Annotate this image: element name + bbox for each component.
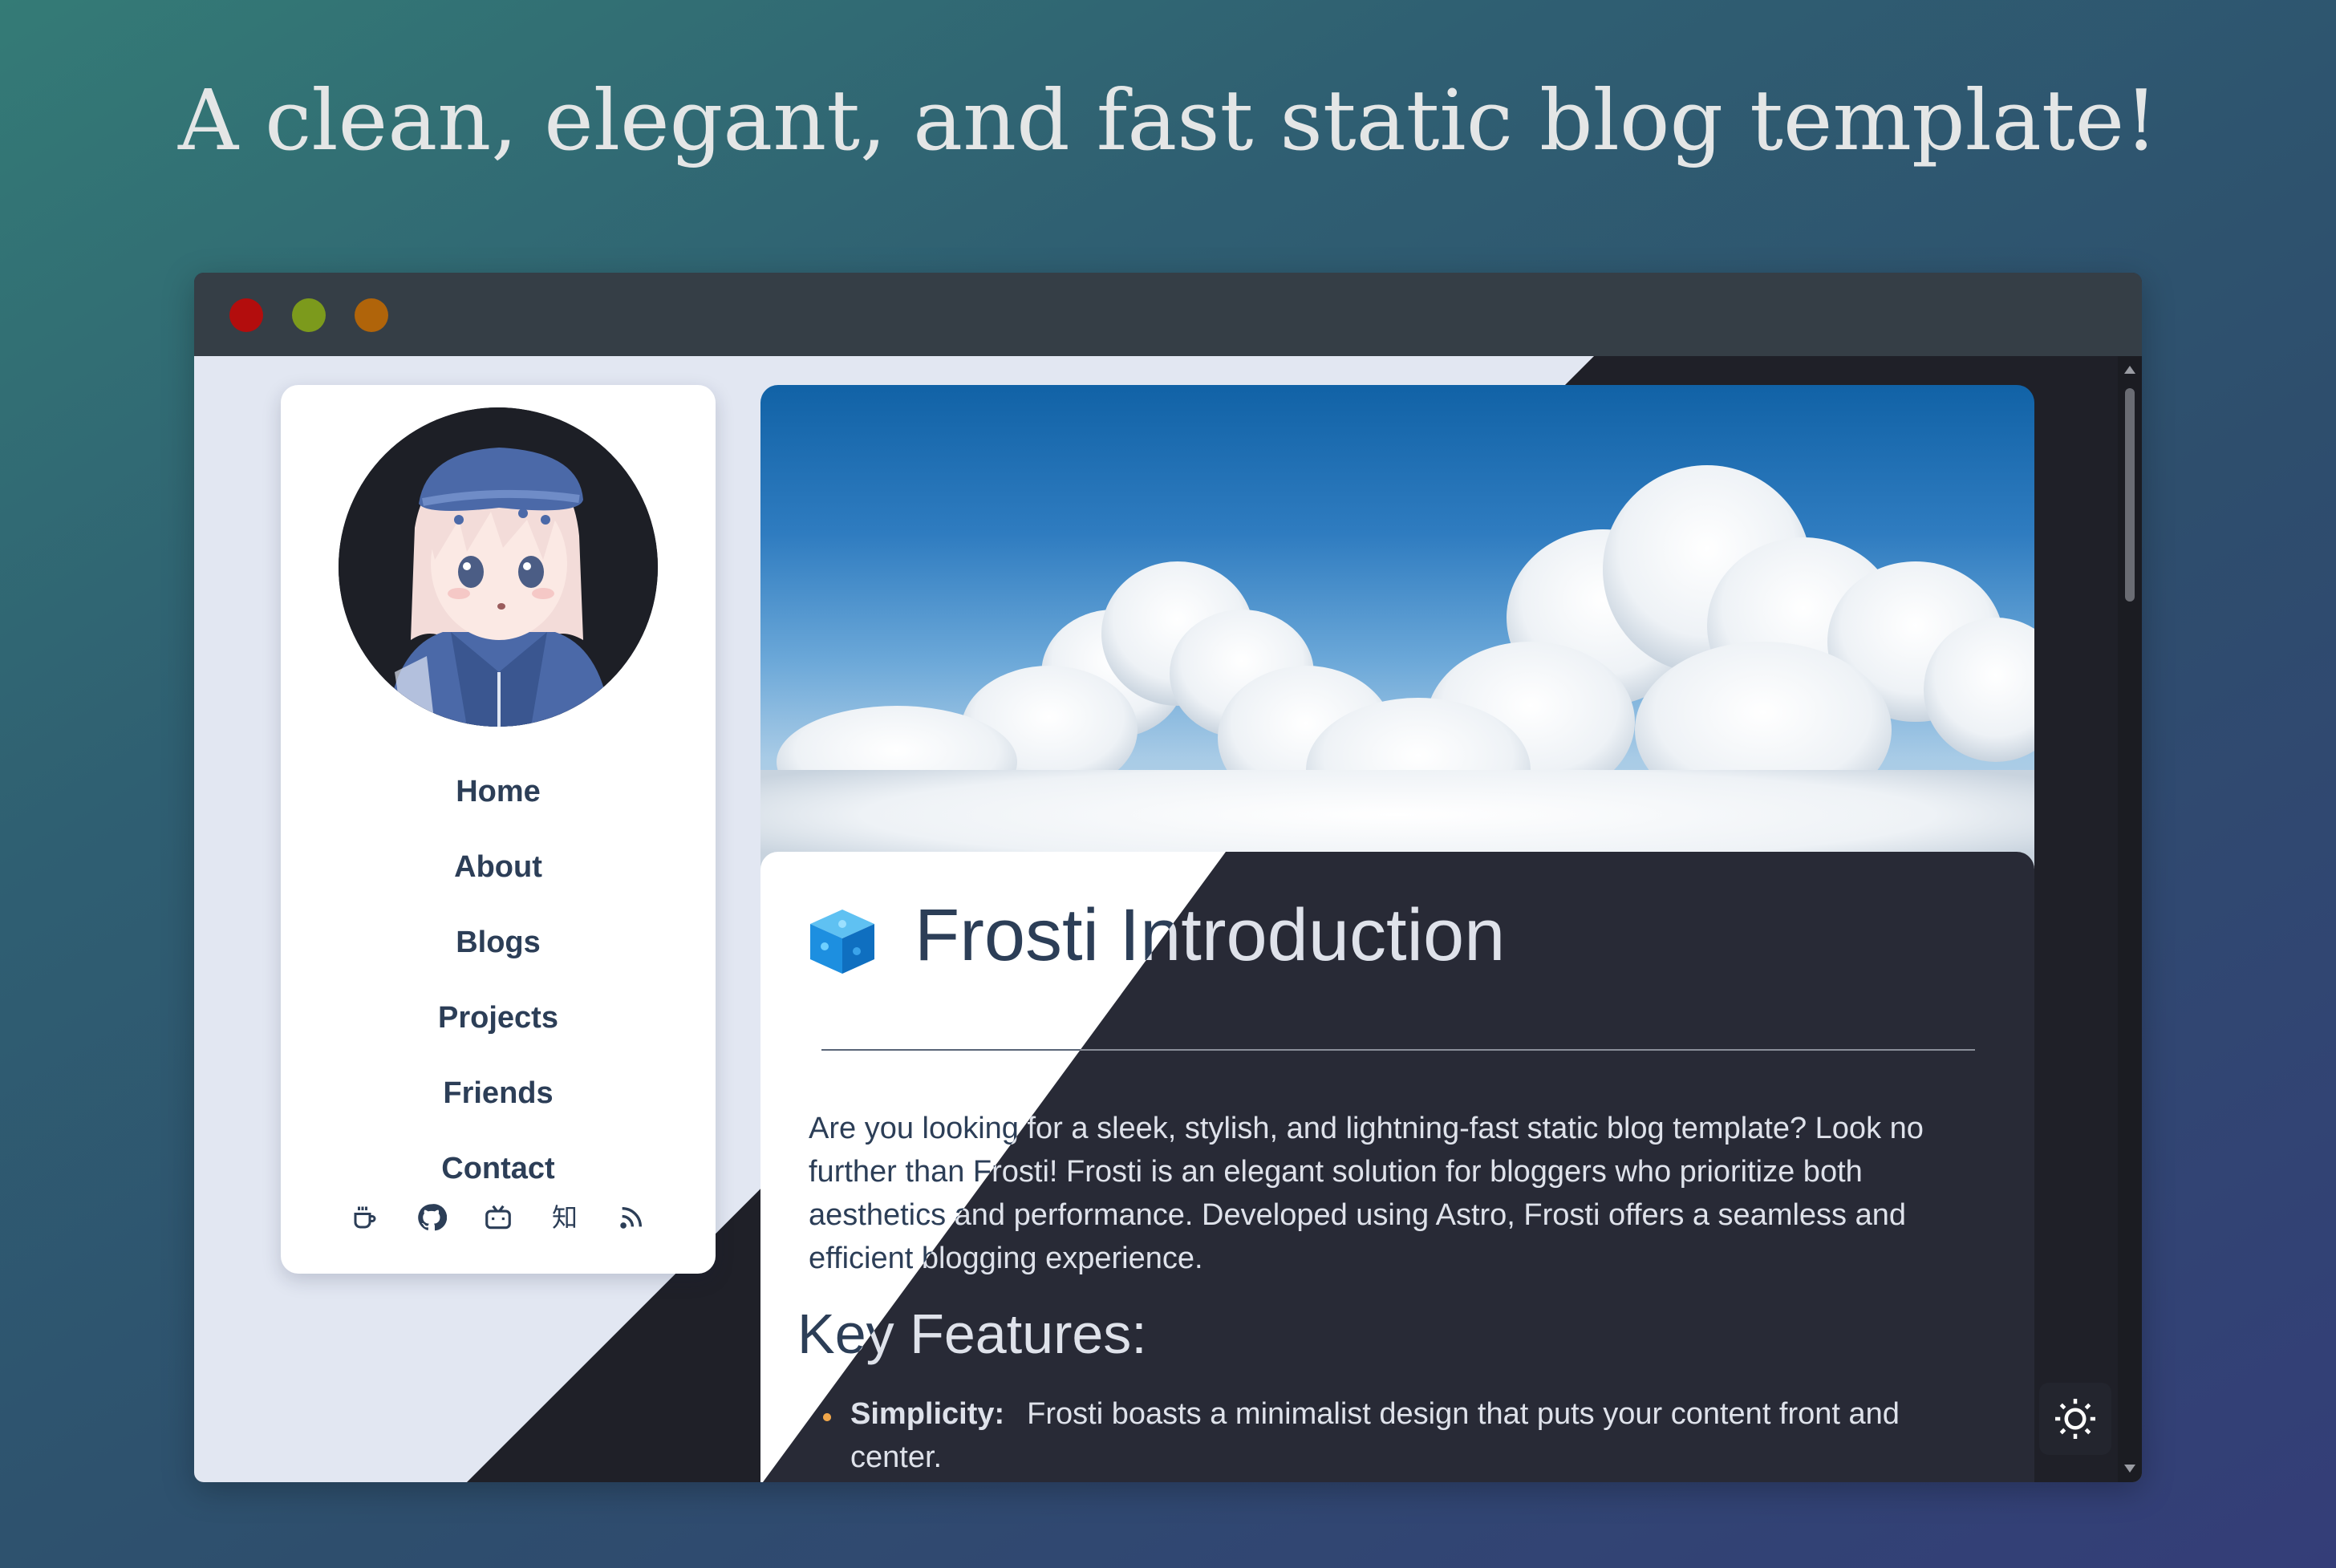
bullet-dot-dark bbox=[823, 1413, 831, 1421]
theme-toggle-button[interactable] bbox=[2039, 1383, 2111, 1455]
profile-sidebar: Home About Blogs Projects Friends Contac… bbox=[281, 385, 716, 1274]
nav-projects[interactable]: Projects bbox=[281, 980, 716, 1055]
post-card: Frosti Introduction Are you looking for … bbox=[760, 852, 2034, 1482]
nav-contact[interactable]: Contact bbox=[281, 1131, 716, 1206]
page-scrollbar[interactable] bbox=[2118, 356, 2142, 1482]
scroll-up-arrow[interactable] bbox=[2124, 366, 2135, 374]
nav-blogs[interactable]: Blogs bbox=[281, 905, 716, 980]
nav-about[interactable]: About bbox=[281, 829, 716, 905]
minimize-window-button[interactable] bbox=[292, 298, 326, 332]
nav-friends[interactable]: Friends bbox=[281, 1055, 716, 1131]
github-icon[interactable] bbox=[416, 1201, 448, 1234]
feature-text-dark: Frosti boasts a minimalist design that p… bbox=[850, 1397, 1900, 1474]
hero-sky-image bbox=[760, 385, 2034, 882]
scrollbar-thumb[interactable] bbox=[2125, 388, 2135, 602]
window-titlebar bbox=[194, 273, 2142, 356]
main-nav: Home About Blogs Projects Friends Contac… bbox=[281, 754, 716, 1206]
zhihu-icon[interactable]: 知 bbox=[549, 1201, 581, 1234]
avatar bbox=[339, 407, 658, 727]
social-links: 知 bbox=[281, 1201, 716, 1234]
avatar-illustration bbox=[339, 407, 658, 727]
page-viewport: Home About Blogs Projects Friends Contac… bbox=[194, 356, 2142, 1482]
nav-home[interactable]: Home bbox=[281, 754, 716, 829]
rss-icon[interactable] bbox=[615, 1201, 647, 1234]
sun-icon bbox=[2055, 1399, 2095, 1439]
headline: A clean, elegant, and fast static blog t… bbox=[177, 71, 2159, 169]
feature-item-dark: Simplicity: Frosti boasts a minimalist de… bbox=[850, 1392, 1989, 1479]
coffee-icon[interactable] bbox=[349, 1201, 381, 1234]
close-window-button[interactable] bbox=[229, 298, 263, 332]
browser-window: Home About Blogs Projects Friends Contac… bbox=[194, 273, 2142, 1482]
feature-name-dark: Simplicity: bbox=[850, 1397, 1005, 1431]
maximize-window-button[interactable] bbox=[355, 298, 388, 332]
scroll-down-arrow[interactable] bbox=[2124, 1465, 2135, 1473]
cloud-illustration bbox=[760, 465, 2034, 882]
bilibili-icon[interactable] bbox=[482, 1201, 514, 1234]
